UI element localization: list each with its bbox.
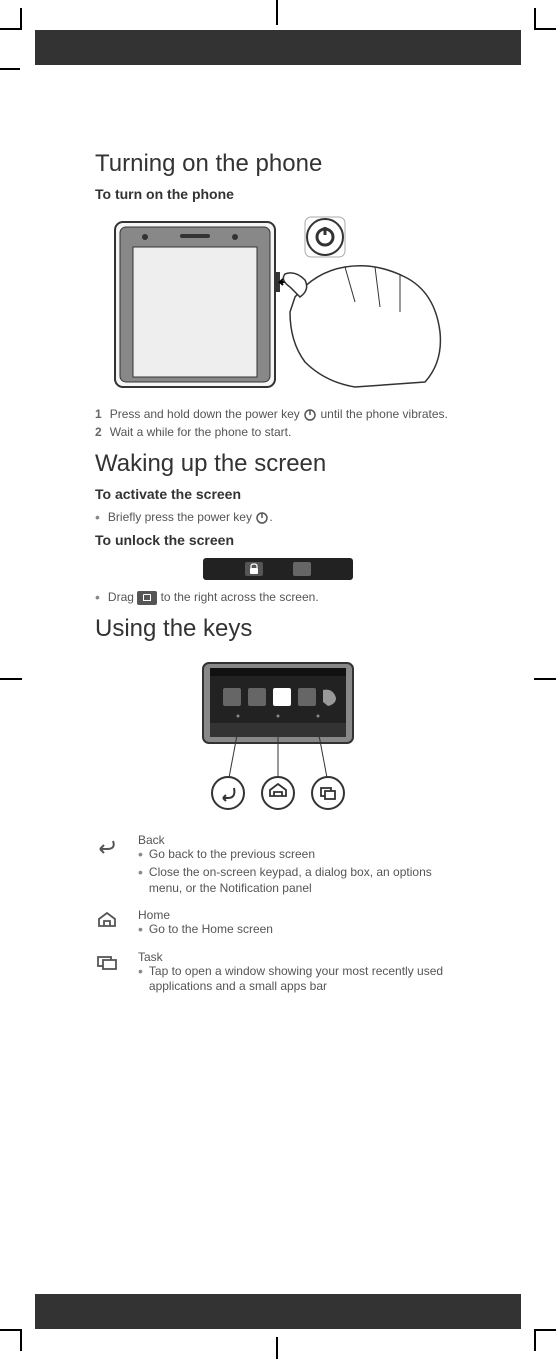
subheading-activate: To activate the screen bbox=[95, 486, 460, 502]
turn-on-steps: 1 Press and hold down the power key unti… bbox=[95, 407, 460, 440]
step-1: 1 Press and hold down the power key unti… bbox=[95, 407, 460, 423]
activate-bullets: • Briefly press the power key . bbox=[95, 510, 460, 526]
power-icon bbox=[303, 408, 317, 422]
key-row-home: Home •Go to the Home screen bbox=[95, 908, 460, 940]
heading-waking-up: Waking up the screen bbox=[95, 450, 460, 478]
lockbar-illustration bbox=[203, 558, 353, 580]
phone-power-illustration bbox=[95, 212, 455, 392]
keys-illustration bbox=[188, 658, 368, 818]
home-key-icon bbox=[95, 910, 119, 930]
header-bar bbox=[35, 30, 521, 65]
key-name-task: Task bbox=[138, 950, 460, 964]
back-key-icon bbox=[95, 835, 119, 855]
drag-bullets: • Drag to the right across the screen. bbox=[95, 590, 460, 606]
footer-bar bbox=[35, 1294, 521, 1329]
key-row-task: Task •Tap to open a window showing your … bbox=[95, 950, 460, 997]
lock-drag-icon bbox=[137, 591, 157, 605]
key-table: Back •Go back to the previous screen •Cl… bbox=[95, 833, 460, 997]
lock-icon bbox=[245, 562, 263, 576]
heading-turning-on: Turning on the phone bbox=[95, 150, 460, 178]
drag-bullet: • Drag to the right across the screen. bbox=[95, 590, 460, 606]
camera-slide-icon bbox=[293, 562, 311, 576]
key-name-back: Back bbox=[138, 833, 460, 847]
heading-using-keys: Using the keys bbox=[95, 615, 460, 643]
power-icon bbox=[255, 511, 269, 525]
key-row-back: Back •Go back to the previous screen •Cl… bbox=[95, 833, 460, 898]
activate-bullet: • Briefly press the power key . bbox=[95, 510, 460, 526]
key-name-home: Home bbox=[138, 908, 460, 922]
step-2: 2 Wait a while for the phone to start. bbox=[95, 425, 460, 441]
subheading-turn-on: To turn on the phone bbox=[95, 186, 460, 202]
subheading-unlock: To unlock the screen bbox=[95, 532, 460, 548]
task-key-icon bbox=[95, 952, 119, 972]
